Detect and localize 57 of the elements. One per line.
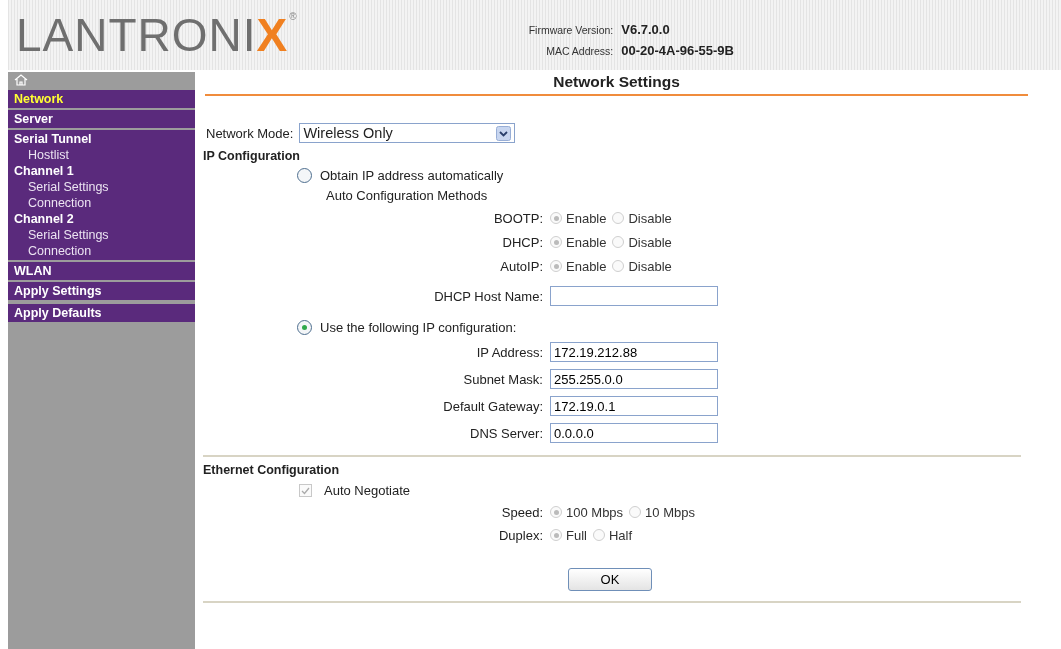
option-label: Full [566,527,587,543]
input-field[interactable]: 255.255.0.0 [550,369,718,389]
radio-button[interactable] [297,320,312,335]
input-field[interactable]: 0.0.0.0 [550,423,718,443]
menu-item[interactable]: WLAN [8,263,195,279]
section-heading: IP Configuration [203,149,301,163]
submenu-item[interactable]: Serial Settings [8,227,195,243]
field-label: Network Mode: [206,125,294,141]
menu-item[interactable]: Apply Defaults [8,305,195,321]
caret-icon [496,125,512,141]
field-label: Duplex: [497,527,543,543]
logo: LANTRONIX® [16,12,297,58]
info-label: Firmware Version: [528,24,614,36]
radio-button[interactable] [297,168,312,183]
menu-item[interactable]: Network [8,91,195,107]
option-label: Enable [566,258,607,274]
option-label: Obtain IP address automatically [320,168,504,183]
option-label: 10 Mbps [645,504,695,520]
input-field[interactable] [550,286,718,306]
submenu-item[interactable]: Serial Settings [8,179,195,195]
input-field[interactable]: 172.19.0.1 [550,396,718,416]
field-label: Subnet Mask: [462,371,543,387]
field-label: BOOTP: [492,210,543,226]
option-label: 100 Mbps [566,504,624,520]
ok-button[interactable]: OK [568,568,652,591]
menu-item[interactable]: Channel 1 [8,163,195,179]
submenu-item[interactable]: Connection [8,195,195,211]
submenu-item[interactable]: Connection [8,243,195,259]
option-label: Disable [628,210,672,226]
info-value: 00-20-4A-96-55-9B [621,43,734,58]
field-label: DHCP: [501,234,543,250]
section-heading: Ethernet Configuration [203,463,341,477]
checkbox-label: Auto Negotiate [324,483,410,498]
option-label: Enable [566,210,607,226]
option-label: Half [608,527,633,543]
field-label: DNS Server: [469,425,543,441]
home-icon[interactable] [14,74,28,86]
page-title: Network Settings [205,73,1028,96]
field-label: DHCP Host Name: [433,288,543,304]
menu-item[interactable]: Channel 2 [8,211,195,227]
option-label: Use the following IP configuration: [320,320,517,335]
menu-item[interactable]: Server [8,111,195,127]
option-label: Disable [628,234,672,250]
info-label: MAC Address: [545,45,614,57]
group-label: Auto Configuration Methods [326,188,489,203]
field-label: IP Address: [475,344,543,360]
info-value: V6.7.0.0 [621,22,671,37]
option-label: Enable [566,234,607,250]
field-label: AutoIP: [499,258,543,274]
option-label: Disable [628,258,672,274]
network-mode-dropdown[interactable]: Wireless Only [299,123,516,143]
field-label: Default Gateway: [442,398,543,414]
input-field[interactable]: 172.19.212.88 [550,342,718,362]
field-label: Speed: [500,504,543,520]
menu-item[interactable]: Serial Tunnel [8,131,195,147]
menu-item[interactable]: Apply Settings [8,283,195,299]
submenu-item[interactable]: Hostlist [8,147,195,163]
